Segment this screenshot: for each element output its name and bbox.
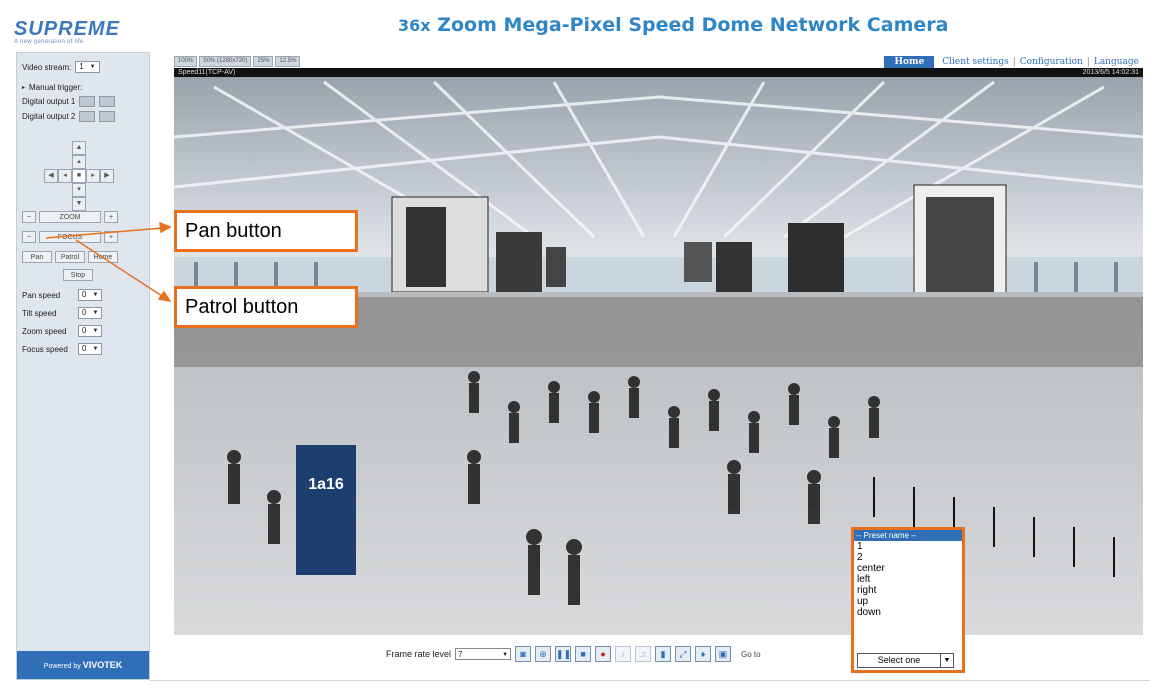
- footer-divider: [150, 680, 1150, 681]
- preset-dropdown[interactable]: -- Preset name -- 1 2 center left right …: [851, 527, 965, 673]
- preset-select[interactable]: Select one ▼: [857, 653, 954, 668]
- goto-label: Go to: [741, 649, 761, 659]
- preset-option-1[interactable]: 1: [854, 541, 962, 552]
- preset-option-center[interactable]: center: [854, 563, 962, 574]
- microphone-icon[interactable]: ♦: [695, 646, 712, 662]
- chevron-down-icon: ▼: [502, 652, 509, 658]
- callout-arrows: [45, 221, 172, 303]
- preset-option-up[interactable]: up: [854, 596, 962, 607]
- record-icon[interactable]: ●: [595, 646, 612, 662]
- frame-rate-value: 7: [458, 650, 463, 659]
- frame-rate-label: Frame rate level: [386, 649, 452, 659]
- preset-option-left[interactable]: left: [854, 574, 962, 585]
- digital-zoom-icon[interactable]: ⊕: [535, 646, 552, 662]
- preset-option-down[interactable]: down: [854, 607, 962, 618]
- chevron-down-icon[interactable]: ▼: [941, 653, 954, 668]
- fullscreen-icon[interactable]: ⤢: [675, 646, 692, 662]
- preset-dropdown-header: -- Preset name --: [854, 530, 962, 541]
- snapshot-icon[interactable]: ◙: [515, 646, 532, 662]
- global-view-icon[interactable]: ▣: [715, 646, 732, 662]
- mute-icon[interactable]: ♫: [635, 646, 652, 662]
- frame-rate-select[interactable]: 7 ▼: [455, 648, 512, 660]
- preset-option-right[interactable]: right: [854, 585, 962, 596]
- stop-icon[interactable]: ■: [575, 646, 592, 662]
- video-toolbar: Frame rate level 7 ▼ ◙ ⊕ ❚❚ ■ ● ♪ ♫ ▮ ⤢ ♦…: [386, 646, 761, 662]
- pause-icon[interactable]: ❚❚: [555, 646, 571, 662]
- preset-option-2[interactable]: 2: [854, 552, 962, 563]
- volume-icon[interactable]: ♪: [615, 646, 632, 662]
- talk-icon[interactable]: ▮: [655, 646, 672, 662]
- preset-select-value: Select one: [857, 653, 941, 668]
